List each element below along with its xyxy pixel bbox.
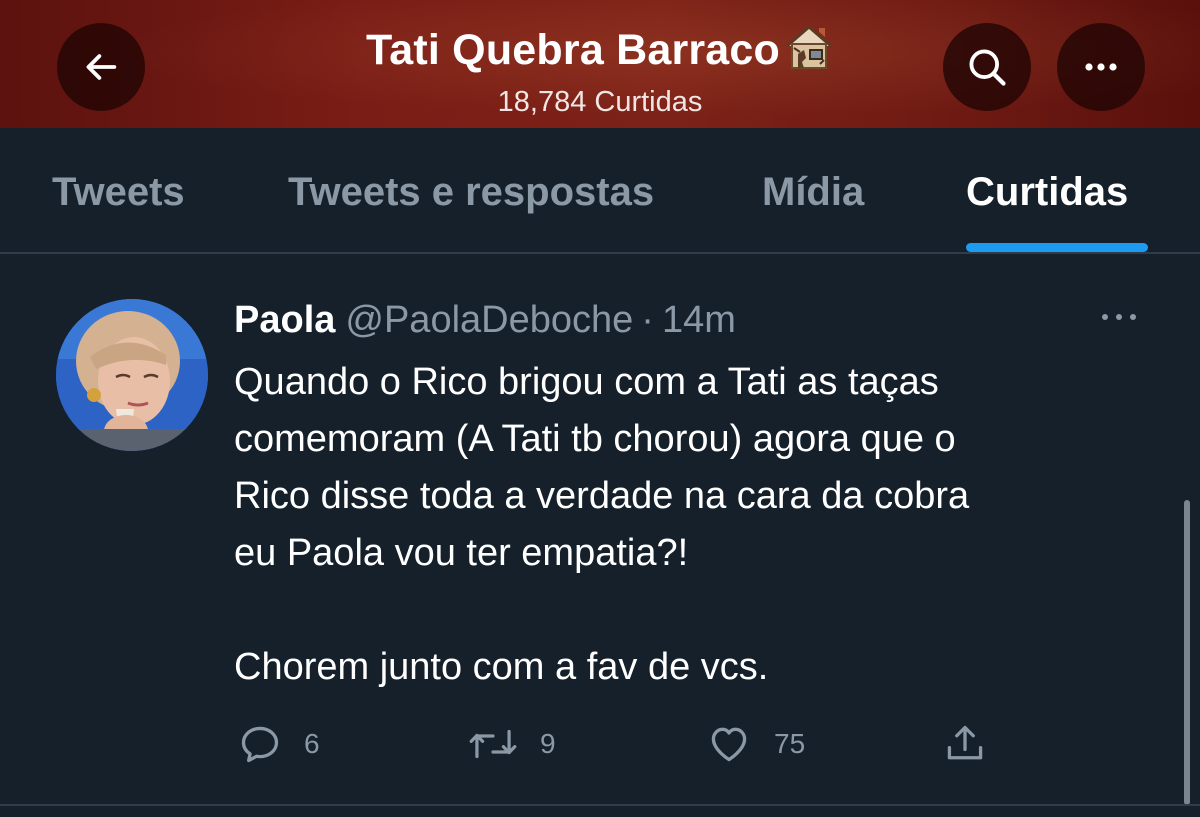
arrow-left-icon bbox=[86, 54, 117, 80]
search-icon bbox=[969, 49, 1006, 86]
retweet-icon bbox=[469, 729, 517, 759]
author-name[interactable]: Paola bbox=[234, 299, 335, 341]
tweet-closing-line: Chorem junto com a fav de vcs. bbox=[234, 646, 769, 688]
header-title-block: Tati Quebra Barraco 18,784 Curtidas bbox=[250, 24, 950, 120]
more-button[interactable] bbox=[1057, 23, 1145, 111]
tweet-line: comemoram (A Tati tb chorou) agora que o bbox=[234, 418, 956, 460]
reply-count: 6 bbox=[304, 728, 320, 759]
profile-tabs: Tweets Tweets e respostas Mídia Curtidas bbox=[0, 128, 1200, 252]
tweet-header: Paola @PaolaDeboche · 14m bbox=[234, 298, 736, 342]
reply-button[interactable]: 6 bbox=[238, 722, 320, 766]
tweet-time[interactable]: 14m bbox=[662, 299, 736, 341]
more-horizontal-icon bbox=[1085, 63, 1117, 71]
author-handle[interactable]: @PaolaDeboche bbox=[345, 299, 633, 341]
profile-name: Tati Quebra Barraco bbox=[365, 26, 781, 74]
tweet-divider bbox=[0, 804, 1200, 806]
retweet-button[interactable]: 9 bbox=[468, 722, 556, 766]
tweet-actions: 6 9 75 bbox=[0, 716, 1200, 776]
search-button[interactable] bbox=[943, 23, 1031, 111]
tweet-text: Quando o Rico brigou com a Tati as taças… bbox=[234, 354, 1134, 696]
profile-header: Tati Quebra Barraco 18,784 Curtidas bbox=[0, 0, 1200, 128]
retweet-count: 9 bbox=[540, 728, 556, 759]
tweet-line: eu Paola vou ter empatia?! bbox=[234, 532, 689, 574]
tab-media[interactable]: Mídia bbox=[762, 168, 864, 216]
tweet-line: Quando o Rico brigou com a Tati as taças bbox=[234, 361, 939, 403]
house-emoji bbox=[784, 24, 834, 82]
more-horizontal-icon bbox=[1102, 314, 1136, 320]
page-title: Tati Quebra Barraco bbox=[250, 24, 950, 82]
tab-tweets-and-replies[interactable]: Tweets e respostas bbox=[288, 168, 654, 216]
tweet-more-button[interactable] bbox=[1098, 310, 1140, 328]
tweet-card[interactable]: Paola @PaolaDeboche · 14m Quando o Rico bri… bbox=[0, 254, 1200, 804]
tab-likes[interactable]: Curtidas bbox=[966, 168, 1128, 216]
tab-tweets[interactable]: Tweets bbox=[52, 168, 185, 216]
share-icon bbox=[947, 725, 983, 760]
avatar[interactable] bbox=[56, 299, 208, 451]
like-button[interactable]: 75 bbox=[706, 722, 805, 766]
heart-icon bbox=[711, 727, 747, 762]
active-tab-indicator bbox=[966, 243, 1148, 252]
like-count: 75 bbox=[774, 728, 806, 759]
tweet-line: Rico disse toda a verdade na cara da cob… bbox=[234, 475, 970, 517]
back-button[interactable] bbox=[57, 23, 145, 111]
share-button[interactable] bbox=[943, 722, 987, 766]
reply-icon bbox=[241, 726, 279, 763]
scrollbar[interactable] bbox=[1184, 500, 1190, 805]
profile-likes-screen: Tati Quebra Barraco 18,784 Curtidas Twee… bbox=[0, 0, 1200, 817]
likes-count: 18,784 Curtidas bbox=[497, 86, 703, 118]
header-separator: · bbox=[641, 299, 654, 341]
